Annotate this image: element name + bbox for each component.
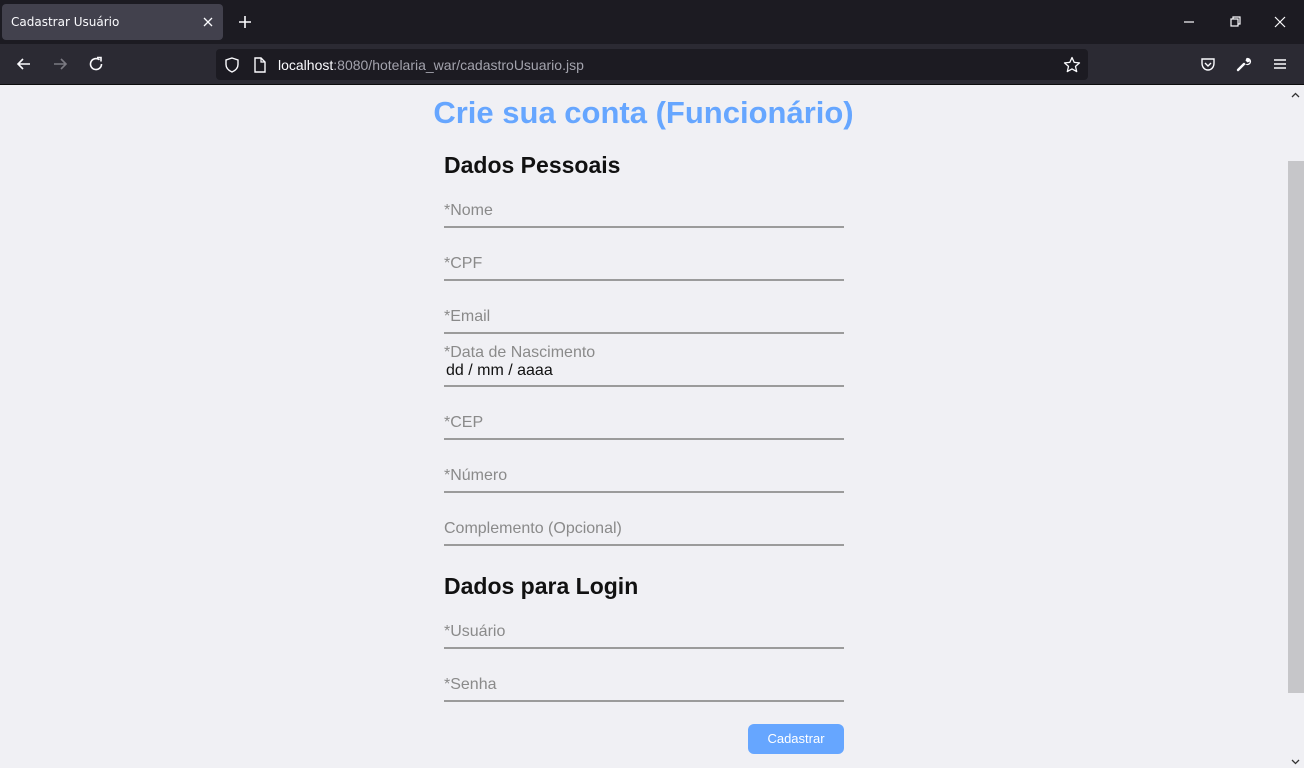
usuario-input[interactable]: *Usuário (444, 604, 844, 649)
birthdate-label: *Data de Nascimento (444, 344, 596, 361)
section-title-personal: Dados Pessoais (444, 152, 621, 178)
complemento-placeholder: Complemento (Opcional) (444, 520, 622, 537)
email-input[interactable]: *Email (444, 289, 844, 334)
address-bar[interactable]: localhost:8080/hotelaria_war/cadastroUsu… (216, 49, 1088, 80)
vertical-scrollbar[interactable] (1287, 85, 1304, 768)
numero-placeholder: *Número (444, 467, 508, 484)
back-arrow-icon[interactable] (14, 54, 34, 74)
cpf-input[interactable]: *CPF (444, 236, 844, 281)
navigation-toolbar: localhost:8080/hotelaria_war/cadastroUsu… (0, 44, 1304, 85)
usuario-placeholder: *Usuário (444, 623, 506, 640)
shield-icon[interactable] (222, 55, 242, 75)
reload-icon[interactable] (86, 54, 106, 74)
page-icon (250, 55, 270, 75)
page-title: Crie sua conta (Funcionário) (433, 95, 854, 130)
pocket-icon[interactable] (1198, 54, 1218, 74)
cep-input[interactable]: *CEP (444, 395, 844, 440)
nome-input[interactable]: *Nome (444, 183, 844, 228)
nome-placeholder: *Nome (444, 202, 493, 219)
numero-input[interactable]: *Número (444, 448, 844, 493)
senha-placeholder: *Senha (444, 676, 497, 693)
section-title-login: Dados para Login (444, 573, 639, 599)
wrench-icon[interactable] (1234, 54, 1254, 74)
complemento-input[interactable]: Complemento (Opcional) (444, 501, 844, 546)
chevron-down-icon[interactable] (1290, 754, 1301, 765)
window-close-icon[interactable] (1270, 12, 1290, 32)
scrollbar-thumb[interactable] (1288, 161, 1304, 693)
close-icon[interactable] (199, 13, 217, 31)
email-placeholder: *Email (444, 308, 491, 325)
tab-title: Cadastrar Usuário (11, 15, 120, 29)
plus-icon[interactable] (235, 12, 255, 32)
url-text[interactable]: localhost:8080/hotelaria_war/cadastroUsu… (278, 57, 584, 73)
birthdate-input[interactable]: *Data de Nascimento dd / mm / aaaa (444, 342, 844, 387)
url-host: localhost (278, 57, 334, 73)
tab-cadastrar-usuario[interactable]: Cadastrar Usuário (2, 4, 223, 40)
star-icon[interactable] (1062, 55, 1082, 75)
senha-input[interactable]: *Senha (444, 657, 844, 702)
menu-icon[interactable] (1270, 54, 1290, 74)
minimize-icon[interactable] (1179, 12, 1199, 32)
cadastrar-button[interactable]: Cadastrar (748, 724, 844, 754)
chevron-up-icon[interactable] (1290, 88, 1301, 99)
url-path: :8080/hotelaria_war/cadastroUsuario.jsp (333, 57, 584, 73)
cpf-placeholder: *CPF (444, 255, 483, 272)
forward-arrow-icon[interactable] (50, 54, 70, 74)
cep-placeholder: *CEP (444, 414, 484, 431)
restore-icon[interactable] (1225, 12, 1245, 32)
birthdate-value[interactable]: dd / mm / aaaa (446, 362, 553, 380)
page-viewport: Crie sua conta (Funcionário) Dados Pesso… (0, 85, 1304, 768)
tab-bar: Cadastrar Usuário (0, 0, 1304, 44)
